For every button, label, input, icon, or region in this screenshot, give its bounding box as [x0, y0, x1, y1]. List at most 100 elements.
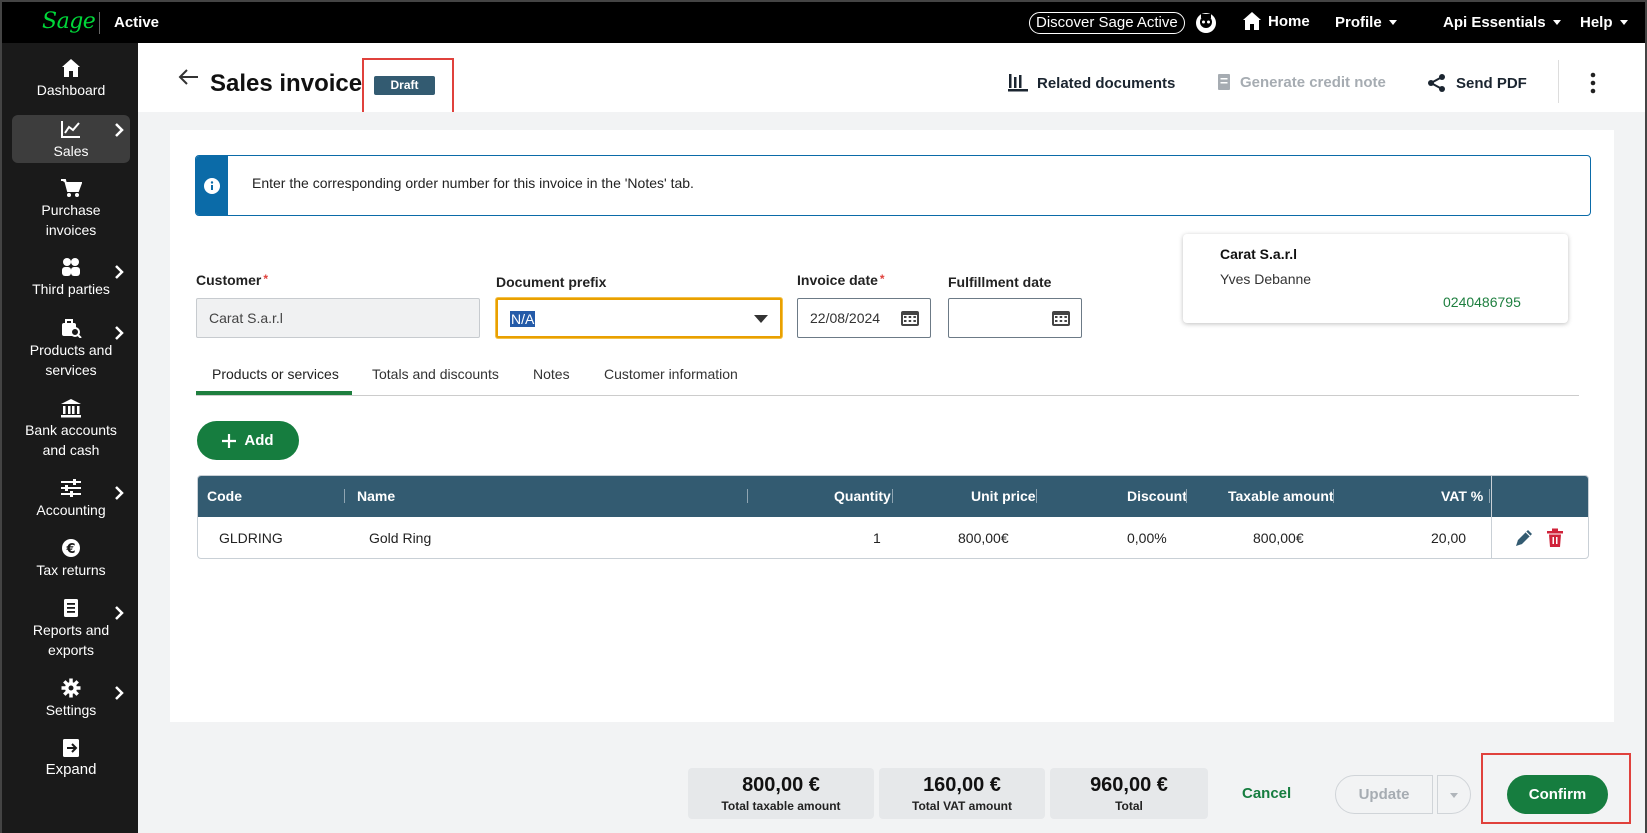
- sidebar-item-products-and-services[interactable]: Products and services: [12, 318, 130, 378]
- customer-card-phone[interactable]: 0240486795: [1443, 294, 1521, 310]
- customer-card-name: Carat S.a.r.l: [1220, 246, 1298, 262]
- generate-credit-note-label: Generate credit note: [1240, 73, 1386, 91]
- total-value: 960,00 €: [1090, 774, 1168, 796]
- cancel-button[interactable]: Cancel: [1242, 785, 1291, 802]
- column-header-quantity[interactable]: Quantity: [834, 488, 891, 504]
- column-resize-handle[interactable]: [1489, 489, 1490, 503]
- tab-customer-information[interactable]: Customer information: [604, 366, 738, 382]
- fulfillment-date-label: Fulfillment date: [948, 274, 1052, 290]
- generate-credit-note-button[interactable]: Generate credit note: [1217, 73, 1386, 91]
- caret-down-icon: [1552, 20, 1561, 25]
- total-box: 960,00 € Total: [1050, 768, 1208, 819]
- sidebar-item-label: Settings: [45, 702, 97, 718]
- total-vat-value: 160,00 €: [923, 774, 1001, 796]
- invoice-panel: [170, 130, 1614, 722]
- euro-icon: €: [12, 538, 130, 558]
- total-taxable-label: Total taxable amount: [721, 799, 841, 813]
- chevron-right-icon: [114, 686, 124, 700]
- sidebar-item-expand[interactable]: Expand: [12, 738, 130, 788]
- calendar-icon[interactable]: [1051, 309, 1071, 327]
- send-pdf-label: Send PDF: [1456, 74, 1527, 92]
- sidebar-item-tax-returns[interactable]: € Tax returns: [12, 538, 130, 588]
- sidebar-item-third-parties[interactable]: Third parties: [12, 257, 130, 307]
- sidebar-item-label: Tax returns: [36, 562, 106, 578]
- column-resize-handle[interactable]: [1333, 489, 1334, 503]
- column-header-code[interactable]: Code: [207, 488, 242, 504]
- more-options-icon[interactable]: [1590, 72, 1596, 94]
- column-header-vat[interactable]: VAT %: [1441, 488, 1483, 504]
- hierarchy-icon: [1008, 73, 1028, 93]
- home-icon: [12, 58, 130, 78]
- home-link[interactable]: Home: [1242, 11, 1310, 31]
- page-title: Sales invoice: [210, 70, 363, 97]
- column-header-unit-price[interactable]: Unit price: [971, 488, 1036, 504]
- sidebar: Dashboard Sales Purchase invoices Third …: [2, 43, 138, 833]
- invoice-date-value: 22/08/2024: [810, 310, 881, 326]
- gear-icon: [12, 678, 130, 698]
- sidebar-item-dashboard[interactable]: Dashboard: [12, 58, 130, 106]
- delete-trash-icon[interactable]: [1546, 528, 1564, 548]
- api-essentials-menu[interactable]: Api Essentials: [1443, 14, 1561, 31]
- sidebar-item-reports-and-exports[interactable]: Reports and exports: [12, 598, 130, 658]
- sidebar-item-bank-accounts[interactable]: Bank accounts and cash: [12, 398, 130, 458]
- caret-down-icon: [1619, 20, 1628, 25]
- chevron-right-icon: [114, 326, 124, 340]
- sage-logo[interactable]: Sage: [42, 9, 96, 34]
- column-resize-handle[interactable]: [1186, 489, 1187, 503]
- report-icon: [12, 598, 130, 618]
- related-documents-label: Related documents: [1037, 74, 1176, 92]
- info-strip: [196, 156, 228, 215]
- home-label: Home: [1268, 12, 1310, 30]
- document-prefix-select[interactable]: N/A: [496, 298, 782, 338]
- document-prefix-value: N/A: [510, 311, 536, 327]
- confirm-button[interactable]: Confirm: [1507, 775, 1608, 814]
- column-resize-handle[interactable]: [892, 489, 893, 503]
- sidebar-item-accounting[interactable]: Accounting: [12, 478, 130, 528]
- info-icon: [204, 177, 220, 194]
- share-icon: [1427, 73, 1447, 93]
- column-header-discount[interactable]: Discount: [1127, 488, 1187, 504]
- total-vat-label: Total VAT amount: [912, 799, 1012, 813]
- edit-pencil-icon[interactable]: [1514, 528, 1534, 548]
- tab-notes[interactable]: Notes: [533, 366, 570, 382]
- top-bar: Sage Active Discover Sage Active Home Pr…: [2, 2, 1645, 43]
- sidebar-item-label: Products and: [29, 342, 113, 358]
- column-resize-handle[interactable]: [344, 489, 345, 503]
- total-taxable-box: 800,00 € Total taxable amount: [688, 768, 874, 819]
- plus-icon: [222, 433, 237, 448]
- send-pdf-button[interactable]: Send PDF: [1427, 73, 1527, 93]
- document-icon: [1217, 73, 1231, 91]
- column-resize-handle[interactable]: [1036, 489, 1037, 503]
- customer-field[interactable]: Carat S.a.r.l: [196, 298, 480, 338]
- column-header-name[interactable]: Name: [357, 488, 395, 504]
- bank-icon: [12, 398, 130, 418]
- customer-card-contact: Yves Debanne: [1220, 271, 1312, 287]
- profile-menu[interactable]: Profile: [1335, 14, 1397, 31]
- help-menu[interactable]: Help: [1580, 14, 1628, 31]
- column-header-taxable-amount[interactable]: Taxable amount: [1228, 488, 1334, 504]
- chevron-right-icon: [114, 606, 124, 620]
- customer-card: Carat S.a.r.l Yves Debanne 0240486795: [1183, 234, 1568, 323]
- sidebar-item-label: Expand: [45, 761, 97, 778]
- cell-taxable-amount: 800,00€: [1253, 530, 1304, 546]
- update-button[interactable]: Update: [1335, 775, 1433, 814]
- tab-products-or-services[interactable]: Products or services: [212, 366, 339, 382]
- sidebar-item-sales[interactable]: Sales: [12, 115, 130, 163]
- column-resize-handle[interactable]: [747, 489, 748, 503]
- sidebar-item-purchase-invoices[interactable]: Purchase invoices: [12, 178, 130, 238]
- invoice-date-field[interactable]: 22/08/2024: [797, 298, 931, 338]
- fulfillment-date-field[interactable]: [948, 298, 1082, 338]
- assistant-avatar-icon[interactable]: [1195, 12, 1217, 34]
- related-documents-button[interactable]: Related documents: [1008, 73, 1175, 93]
- help-label: Help: [1580, 14, 1613, 31]
- row-actions-divider: [1491, 476, 1492, 558]
- total-vat-box: 160,00 € Total VAT amount: [879, 768, 1045, 819]
- discover-sage-active-button[interactable]: Discover Sage Active: [1029, 12, 1185, 34]
- sidebar-item-label: Sales: [53, 143, 89, 159]
- back-arrow-icon[interactable]: [178, 68, 200, 86]
- tab-totals-and-discounts[interactable]: Totals and discounts: [372, 366, 499, 382]
- add-line-button[interactable]: Add: [197, 421, 299, 460]
- calendar-icon[interactable]: [900, 309, 920, 327]
- total-taxable-value: 800,00 €: [742, 774, 820, 796]
- sidebar-item-settings[interactable]: Settings: [12, 678, 130, 728]
